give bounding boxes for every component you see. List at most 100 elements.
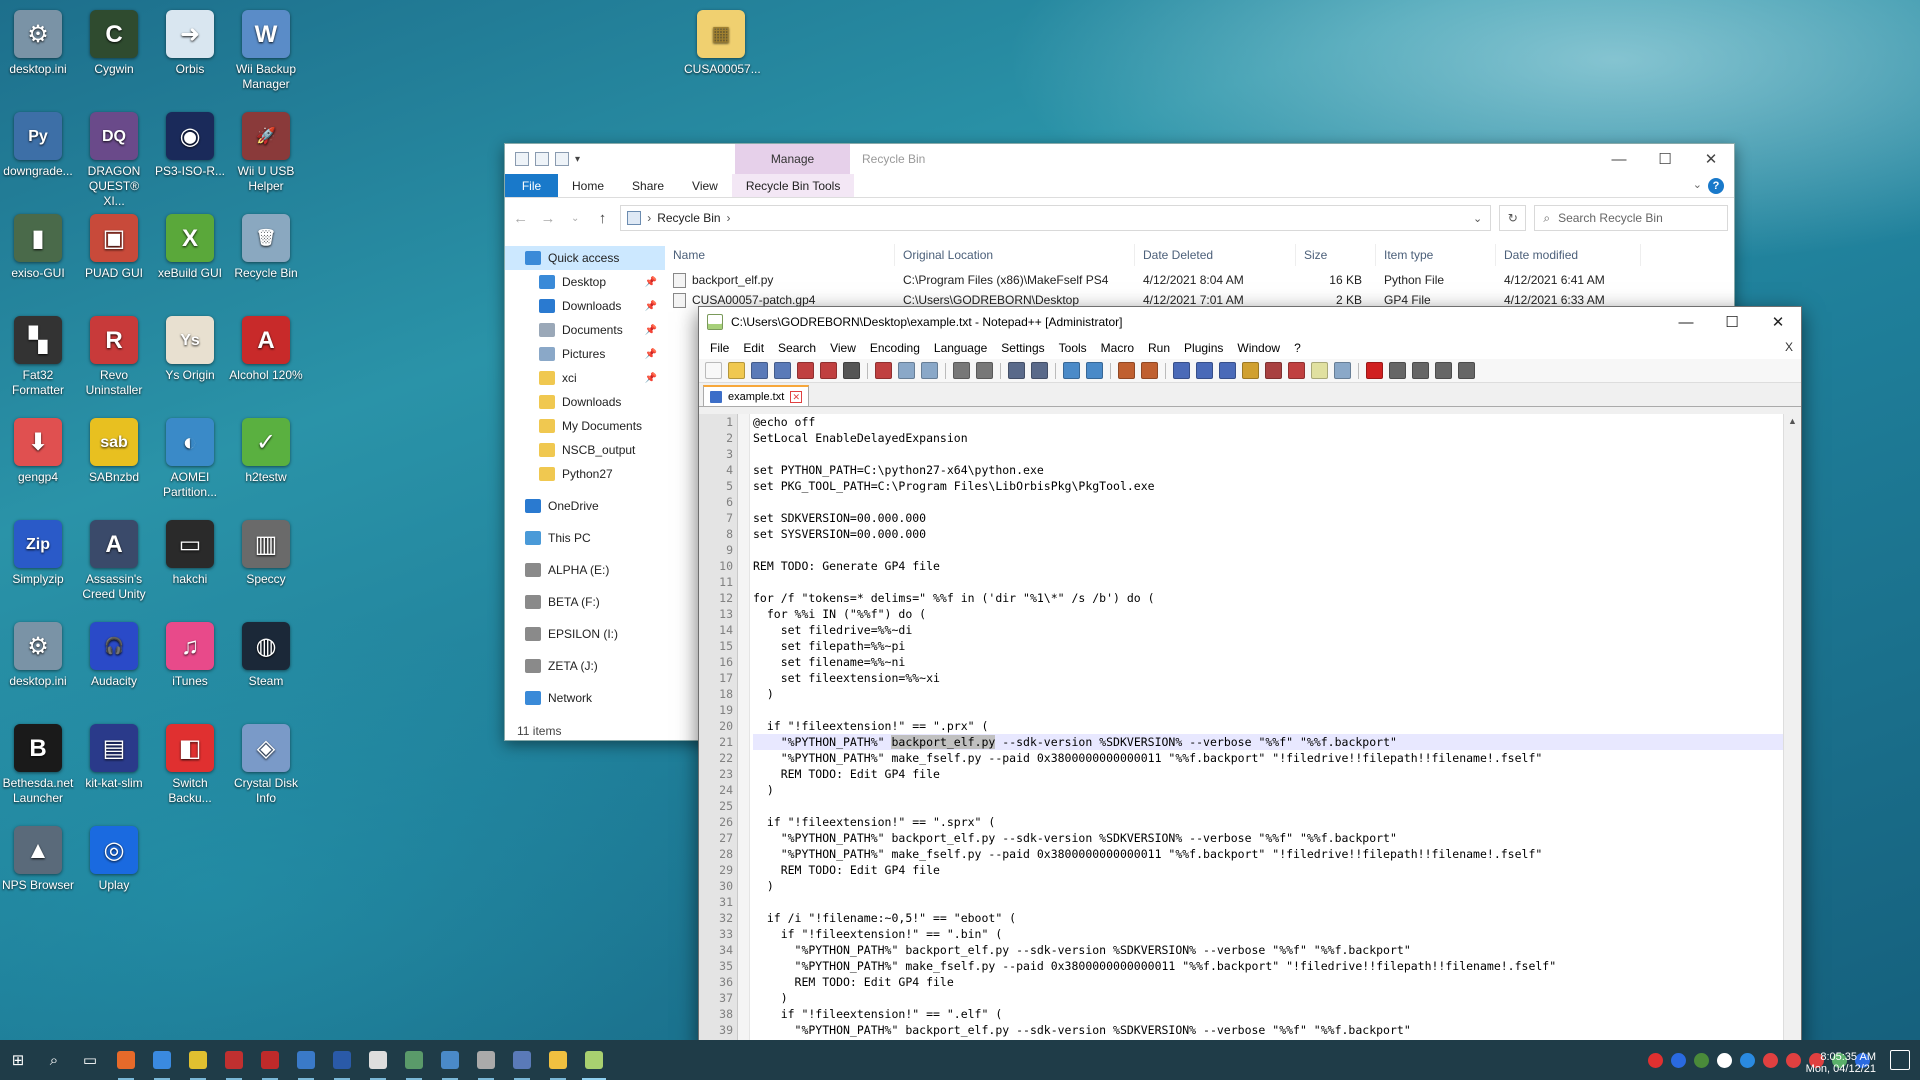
desktop-icon-audacity[interactable]: 🎧 Audacity [76,616,152,712]
menu-tools[interactable]: Tools [1052,341,1094,355]
app-icon[interactable] [216,1040,252,1080]
desktop-icon-assassin-s-creed-unity[interactable]: A Assassin's Creed Unity [76,514,152,610]
desktop-icon-dragon-quest-xi[interactable]: DQ DRAGON QUEST® XI... [76,106,152,208]
tab-recycle-bin-tools[interactable]: Recycle Bin Tools [731,174,855,197]
minimize-button[interactable]: — [1596,144,1642,174]
fold-margin[interactable] [738,414,750,1049]
customize-toolbar-icon[interactable]: ▾ [575,154,580,165]
tab-example-txt[interactable]: example.txt ✕ [703,385,810,406]
up-button[interactable]: ↑ [593,210,612,227]
table-row[interactable]: backport_elf.py C:\Program Files (x86)\Ma… [665,270,1734,290]
nav-item-alpha-e[interactable]: ALPHA (E:) [505,558,665,582]
desktop-icon-wii-backup-manager[interactable]: W Wii Backup Manager [228,4,304,100]
menu-edit[interactable]: Edit [736,341,771,355]
monitor-icon[interactable] [1334,362,1351,379]
desktop-icon-recycle-bin[interactable]: 🗑 Recycle Bin [228,208,304,304]
properties-icon[interactable] [535,152,549,166]
menu-view[interactable]: View [823,341,863,355]
tray-icon[interactable] [1763,1052,1778,1068]
nav-item-my-documents[interactable]: My Documents [505,414,665,438]
tab-file[interactable]: File [505,174,558,197]
menu-help[interactable]: ? [1287,341,1308,355]
doc-map-icon[interactable] [1265,362,1282,379]
tray-icon[interactable] [1648,1052,1663,1068]
menu-settings[interactable]: Settings [994,341,1051,355]
explorer-title-bar[interactable]: ▾ Manage Recycle Bin — ☐ ✕ [505,144,1734,174]
desktop-icon-switch-backu[interactable]: ◧ Switch Backu... [152,718,228,814]
firefox-icon[interactable] [108,1040,144,1080]
save-macro-icon[interactable] [1458,362,1475,379]
address-bar[interactable]: › Recycle Bin › ⌄ [620,205,1492,231]
close-button[interactable]: ✕ [1755,307,1801,337]
back-button[interactable]: ← [511,210,530,227]
lang-icon[interactable] [1242,362,1259,379]
show-all-icon[interactable] [1196,362,1213,379]
menu-window[interactable]: Window [1230,341,1287,355]
desktop-icon-desktop-ini[interactable]: ⚙ desktop.ini [0,616,76,712]
undo-icon[interactable] [953,362,970,379]
play-icon[interactable] [1412,362,1429,379]
desktop-icon-ys-origin[interactable]: Ys Ys Origin [152,310,228,406]
desktop-icon-desktop-ini[interactable]: ⚙ desktop.ini [0,4,76,100]
tray-icon[interactable] [1786,1052,1801,1068]
search-icon[interactable]: ⌕ [36,1040,72,1080]
chrome-icon[interactable] [180,1040,216,1080]
expand-ribbon-icon[interactable]: ⌄ [1693,178,1702,191]
desktop-icon-hakchi[interactable]: ▭ hakchi [152,514,228,610]
indent-guide-icon[interactable] [1219,362,1236,379]
stop-icon[interactable] [1389,362,1406,379]
column-original-location[interactable]: Original Location [895,244,1135,266]
app-icon[interactable] [432,1040,468,1080]
menu-file[interactable]: File [703,341,736,355]
desktop-icon-wii-u-usb-helper[interactable]: 🚀 Wii U USB Helper [228,106,304,202]
desktop-icon-steam[interactable]: ◍ Steam [228,616,304,712]
maximize-button[interactable]: ☐ [1709,307,1755,337]
address-dropdown-icon[interactable]: ⌄ [1473,212,1482,225]
new-folder-icon[interactable] [555,152,569,166]
save-all-icon[interactable] [774,362,791,379]
tray-icon[interactable] [1740,1052,1755,1068]
folder-icon[interactable] [1311,362,1328,379]
nav-item-desktop[interactable]: Desktop 📌 [505,270,665,294]
nav-item-onedrive[interactable]: OneDrive [505,494,665,518]
app-icon[interactable] [468,1040,504,1080]
maximize-button[interactable]: ☐ [1642,144,1688,174]
menu-search[interactable]: Search [771,341,823,355]
desktop-icon-sabnzbd[interactable]: sab SABnzbd [76,412,152,508]
tab-view[interactable]: View [678,174,732,197]
record-icon[interactable] [1366,362,1383,379]
desktop-icon-simplyzip[interactable]: Zip Simplyzip [0,514,76,610]
menu-macro[interactable]: Macro [1094,341,1141,355]
cut-icon[interactable] [875,362,892,379]
desktop-icon-ps3-iso-r[interactable]: ◉ PS3-ISO-R... [152,106,228,202]
desktop-icon-alcohol-120[interactable]: A Alcohol 120% [228,310,304,406]
play-multi-icon[interactable] [1435,362,1452,379]
nav-item-quick-access[interactable]: Quick access [505,246,665,270]
nav-item-zeta-j[interactable]: ZETA (J:) [505,654,665,678]
vertical-scrollbar[interactable]: ▲ [1783,414,1801,1049]
tray-icon[interactable] [1671,1052,1686,1068]
filezilla-icon[interactable] [252,1040,288,1080]
find-icon[interactable] [1008,362,1025,379]
zoom-out-icon[interactable] [1086,362,1103,379]
tray-icon[interactable] [1717,1052,1732,1068]
close-button[interactable]: ✕ [1688,144,1734,174]
desktop-icon-crystal-disk-info[interactable]: ◈ Crystal Disk Info [228,718,304,814]
tab-share[interactable]: Share [618,174,678,197]
close-all-icon[interactable] [820,362,837,379]
desktop-icon-aomei-partition[interactable]: ◐ AOMEI Partition... [152,412,228,508]
func-list-icon[interactable] [1288,362,1305,379]
nav-item-downloads[interactable]: Downloads 📌 [505,294,665,318]
search-input[interactable]: ⌕ Search Recycle Bin [1534,205,1728,231]
paste-icon[interactable] [921,362,938,379]
notepad-plus-plus-window[interactable]: C:\Users\GODREBORN\Desktop\example.txt -… [698,306,1802,1053]
save-icon[interactable] [751,362,768,379]
app-icon[interactable] [288,1040,324,1080]
desktop-folder-cusa00057[interactable]: ▦ CUSA00057... [683,4,761,100]
file-explorer-icon[interactable] [540,1040,576,1080]
desktop-icon-xebuild-gui[interactable]: XxeBuild GUI [152,208,228,304]
npp-title-bar[interactable]: C:\Users\GODREBORN\Desktop\example.txt -… [699,307,1801,337]
code-area[interactable]: @echo off SetLocal EnableDelayedExpansion… [750,414,1783,1049]
breadcrumb[interactable]: Recycle Bin [657,211,720,225]
notepad-plus-plus-icon[interactable] [576,1040,612,1080]
